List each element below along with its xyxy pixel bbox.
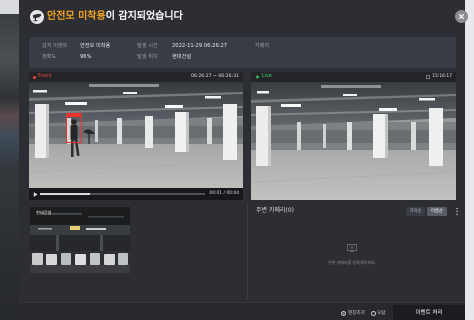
sort-by-distance-button[interactable]: 거리순 (406, 207, 425, 216)
sort-by-name-button[interactable]: 이름순 (427, 207, 447, 216)
thumbnail-label: 현대건설 (36, 210, 52, 215)
no-camera-icon (347, 244, 357, 252)
event-time-range: 06:26:27 ~ 06:26:31 (190, 74, 239, 79)
playback-time: 00:01 / 00:04 (209, 191, 239, 196)
live-clock: 15:16:17 (432, 74, 452, 79)
event-video-panel: Event 06:26:27 ~ 06:26:31 00:01 / 00:04 (29, 72, 243, 200)
progress-slider[interactable] (40, 193, 205, 195)
location-value: 현대건설 (172, 54, 192, 60)
event-video-frame (29, 82, 243, 188)
radio-label-field-action[interactable]: 현장조치 (348, 309, 365, 318)
background-page (0, 0, 19, 320)
cctv-icon (30, 10, 44, 24)
detection-tag (66, 113, 82, 117)
live-video-header: Live 15:16:17 (251, 72, 456, 82)
live-badge: Live (262, 74, 272, 79)
radio-label-false-alarm[interactable]: 오탐 (377, 309, 385, 318)
accuracy-value: 96% (80, 54, 92, 60)
event-detection-modal: 안전모 미착용이 감지되었습니다 감지 이벤트 안전모 미착용 발생 시간 20… (19, 0, 468, 320)
time-value: 2022-11-29 06:26:27 (172, 43, 228, 49)
record-dot-icon (33, 75, 36, 79)
title-rest: 이 감지되었습니다 (105, 11, 183, 22)
camera-label: 카메라 (255, 43, 270, 49)
progress-fill (40, 193, 90, 195)
event-label: 감지 이벤트 (42, 43, 68, 49)
event-video-header: Event 06:26:27 ~ 06:26:31 (29, 72, 243, 82)
play-button[interactable] (33, 191, 38, 197)
play-icon (33, 191, 38, 197)
radio-false-alarm[interactable] (371, 310, 376, 316)
nearby-cameras-title: 주변 카메라(0) (256, 207, 295, 214)
event-badge: Event (38, 74, 52, 79)
live-video-panel: Live 15:16:17 (251, 72, 456, 200)
play-icon (256, 75, 260, 79)
modal-title: 안전모 미착용이 감지되었습니다 (47, 9, 183, 25)
event-value: 안전모 미착용 (80, 43, 111, 49)
close-icon (458, 13, 465, 20)
empty-state-message: 주변 카메라를 등록해주세요. (328, 260, 376, 265)
event-info-panel: 감지 이벤트 안전모 미착용 발생 시간 2022-11-29 06:26:27… (29, 37, 456, 68)
accuracy-label: 정확도 (42, 54, 57, 60)
camera-thumbnail[interactable]: 현대건설 (30, 207, 130, 273)
more-vertical-icon[interactable] (454, 207, 460, 216)
thumbnail-scene (30, 207, 130, 273)
location-label: 발생 위치 (137, 54, 158, 60)
modal-footer: 현장조치 오탐 이벤트 처리 (19, 302, 465, 320)
video-controls: 00:01 / 00:04 (29, 188, 243, 200)
title-highlight: 안전모 미착용 (47, 11, 106, 22)
live-video-frame (251, 82, 456, 200)
process-event-button[interactable]: 이벤트 처리 (393, 305, 465, 320)
radio-field-action[interactable] (341, 310, 346, 316)
close-button[interactable] (455, 10, 468, 23)
camera-thumbnail-image (30, 207, 130, 273)
time-label: 발생 시간 (137, 43, 158, 49)
square-icon[interactable] (426, 75, 430, 79)
section-divider (247, 203, 248, 300)
